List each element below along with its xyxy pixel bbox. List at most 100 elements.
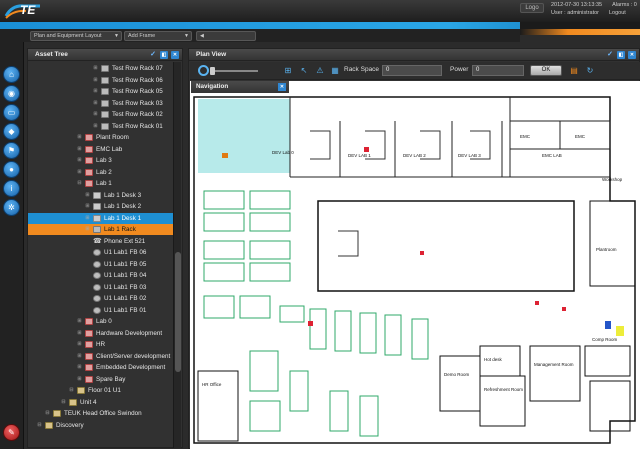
- tree-item[interactable]: ⊞ Lab 2: [28, 167, 174, 178]
- compass-icon[interactable]: ◉: [3, 85, 20, 102]
- zoom-slider-knob[interactable]: [210, 67, 215, 75]
- scroll-thumb[interactable]: [175, 252, 181, 372]
- tree-item[interactable]: ⊞ Client/Server development: [28, 351, 174, 362]
- color-legend-icon[interactable]: ▤: [568, 65, 580, 77]
- tree-item[interactable]: ⊞ HR: [28, 339, 174, 350]
- tree-item[interactable]: U1 Lab1 FB 03: [28, 282, 174, 293]
- gear-icon[interactable]: ✲: [3, 199, 20, 216]
- expand-toggle-icon[interactable]: ⊞: [76, 167, 83, 178]
- tree-item[interactable]: ⊞ Lab 1 Rack: [28, 224, 174, 235]
- expand-toggle-icon[interactable]: ⊞: [84, 201, 91, 212]
- zoom-icon[interactable]: [198, 65, 209, 76]
- tree-item[interactable]: U1 Lab1 FB 01: [28, 305, 174, 316]
- expand-toggle-icon[interactable]: ⊞: [76, 316, 83, 327]
- tree-item[interactable]: ⊞ Lab 1 Desk 3: [28, 190, 174, 201]
- close-icon[interactable]: ✕: [628, 51, 636, 59]
- tree-item[interactable]: ⊟ TEUK Head Office Swindon: [28, 408, 174, 419]
- tree-item[interactable]: U1 Lab1 FB 05: [28, 259, 174, 270]
- tree-item[interactable]: ⊞ Test Row Rack 07: [28, 63, 174, 74]
- expand-toggle-icon[interactable]: ⊟: [68, 385, 75, 396]
- flag-icon[interactable]: ⚑: [3, 142, 20, 159]
- expand-toggle-icon[interactable]: ⊞: [76, 351, 83, 362]
- logout-link[interactable]: Logout: [609, 9, 626, 17]
- tree-item[interactable]: ⊞ Lab 0: [28, 316, 174, 327]
- pin-icon[interactable]: ✓: [149, 51, 157, 59]
- close-icon[interactable]: ✕: [278, 83, 286, 91]
- expand-toggle-icon[interactable]: ⊞: [92, 98, 99, 109]
- expand-toggle-icon[interactable]: ⊟: [44, 408, 51, 419]
- tree-item[interactable]: ⊞ EMC Lab: [28, 144, 174, 155]
- tree-item[interactable]: ⊞ Lab 1 Desk 2: [28, 201, 174, 212]
- expand-toggle-icon[interactable]: ⊞: [76, 132, 83, 143]
- edit-icon[interactable]: ✎: [3, 424, 20, 441]
- expand-toggle-icon[interactable]: ⊞: [92, 109, 99, 120]
- expand-toggle-icon[interactable]: ⊞: [84, 190, 91, 201]
- logo-button[interactable]: Logo: [520, 3, 544, 13]
- dock-icon[interactable]: ◧: [160, 51, 168, 59]
- pin-icon[interactable]: ✓: [606, 51, 614, 59]
- refresh-icon[interactable]: ↻: [584, 65, 596, 77]
- alarm-count[interactable]: Alarms : 0: [612, 1, 637, 9]
- tree-item[interactable]: ⊞ Test Row Rack 06: [28, 75, 174, 86]
- cursor-icon[interactable]: ↖: [298, 65, 310, 77]
- floorbox-icon: [93, 272, 101, 279]
- layout-select[interactable]: Plan and Equipment Layout ▼: [30, 31, 122, 41]
- tree-item[interactable]: ⊟ Discovery: [28, 420, 174, 431]
- expand-toggle-icon[interactable]: ⊞: [76, 328, 83, 339]
- rack-space-input[interactable]: 0: [382, 65, 442, 76]
- datetime: 2012-07-30 13:13:35: [551, 2, 603, 8]
- tree-item[interactable]: ⊟ Floor 01 U1: [28, 385, 174, 396]
- warning-icon[interactable]: ⚠: [314, 65, 326, 77]
- floor-plan-drawing[interactable]: DEV Lab 0 DEV LAB 1 DEV LAB 2 DEV LAB 3 …: [190, 81, 640, 449]
- expand-toggle-icon[interactable]: ⊞: [76, 155, 83, 166]
- hierarchy-icon[interactable]: ⊞: [282, 65, 294, 77]
- tree-item[interactable]: U1 Lab1 FB 06: [28, 247, 174, 258]
- home-icon[interactable]: ⌂: [3, 66, 20, 83]
- tree-item[interactable]: ⊞ Lab 3: [28, 155, 174, 166]
- expand-toggle-icon[interactable]: ⊞: [76, 362, 83, 373]
- monitor-icon[interactable]: ▭: [3, 104, 20, 121]
- frame-nav-arrows[interactable]: ◀: [196, 31, 256, 41]
- expand-toggle-icon[interactable]: ⊞: [92, 121, 99, 132]
- expand-toggle-icon[interactable]: ⊞: [84, 224, 91, 235]
- navigation-viewport[interactable]: [198, 99, 290, 173]
- expand-toggle-icon[interactable]: ⊟: [36, 420, 43, 431]
- tree-item[interactable]: ⊞ Plant Room: [28, 132, 174, 143]
- expand-toggle-icon[interactable]: ⊞: [92, 75, 99, 86]
- power-input[interactable]: 0: [472, 65, 524, 76]
- tree-item[interactable]: U1 Lab1 FB 04: [28, 270, 174, 281]
- chevron-down-icon: ▼: [114, 33, 119, 39]
- ok-button[interactable]: OK: [530, 65, 562, 76]
- tree-item[interactable]: ☎ Phone Ext 521: [28, 236, 174, 247]
- tree-item[interactable]: ⊞ Test Row Rack 03: [28, 98, 174, 109]
- floor-plan-canvas[interactable]: DEV Lab 0 DEV LAB 1 DEV LAB 2 DEV LAB 3 …: [190, 81, 640, 449]
- expand-toggle-icon[interactable]: ⊞: [92, 63, 99, 74]
- layers-icon[interactable]: ◆: [3, 123, 20, 140]
- asset-tree-scrollbar[interactable]: [173, 62, 181, 448]
- tree-item[interactable]: ⊟ Lab 1: [28, 178, 174, 189]
- expand-toggle-icon[interactable]: ⊞: [76, 144, 83, 155]
- tree-item[interactable]: ⊟ Unit 4: [28, 397, 174, 408]
- expand-toggle-icon[interactable]: ⊟: [76, 178, 83, 189]
- tree-item[interactable]: ⊞ Test Row Rack 01: [28, 121, 174, 132]
- tree-item[interactable]: ⊞ Hardware Development: [28, 328, 174, 339]
- dock-icon[interactable]: ◧: [617, 51, 625, 59]
- expand-toggle-icon[interactable]: ⊞: [76, 374, 83, 385]
- tree-item[interactable]: U1 Lab1 FB 02: [28, 293, 174, 304]
- zoom-slider[interactable]: [210, 67, 258, 75]
- expand-toggle-icon[interactable]: ⊞: [84, 213, 91, 224]
- tree-item-label: HR: [96, 341, 106, 348]
- info-icon[interactable]: i: [3, 180, 20, 197]
- expand-toggle-icon[interactable]: ⊞: [92, 86, 99, 97]
- close-icon[interactable]: ✕: [171, 51, 179, 59]
- tree-item[interactable]: ⊞ Spare Bay: [28, 374, 174, 385]
- phone-icon: ☎: [93, 237, 102, 245]
- tree-item[interactable]: ⊞ Lab 1 Desk 1: [28, 212, 174, 224]
- tree-item[interactable]: ⊞ Embedded Development: [28, 362, 174, 373]
- expand-toggle-icon[interactable]: ⊞: [76, 339, 83, 350]
- tree-item[interactable]: ⊞ Test Row Rack 02: [28, 109, 174, 120]
- tree-item[interactable]: ⊞ Test Row Rack 05: [28, 86, 174, 97]
- frame-select[interactable]: Add Frame ▼: [124, 31, 192, 41]
- map-pin-icon[interactable]: ●: [3, 161, 20, 178]
- expand-toggle-icon[interactable]: ⊟: [60, 397, 67, 408]
